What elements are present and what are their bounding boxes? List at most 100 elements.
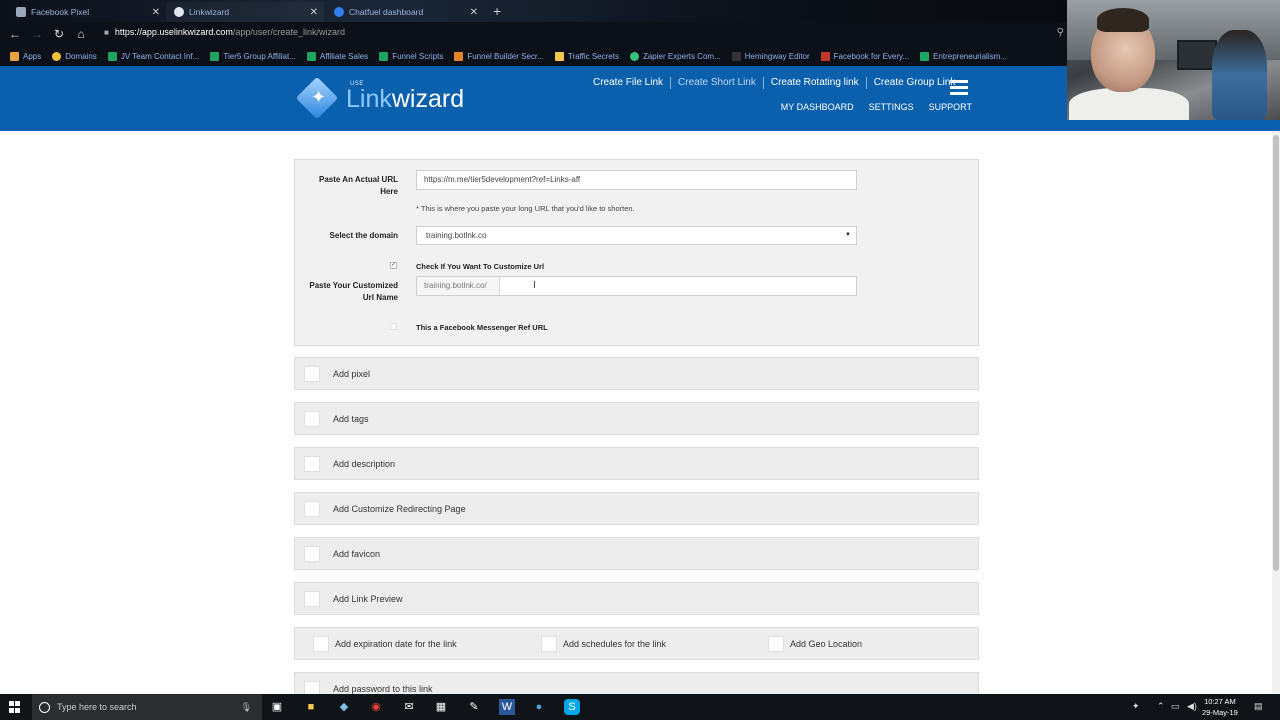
accordion-add-redirecting-page[interactable]: Add Customize Redirecting Page <box>294 492 979 525</box>
taskbar-search[interactable]: Type here to search 🎙 <box>32 694 262 720</box>
cortana-icon <box>39 701 50 713</box>
reload-icon[interactable]: ↻ <box>48 27 70 41</box>
bookmark-funnel-scripts[interactable]: Funnel Scripts <box>379 51 443 61</box>
accordion-add-pixel[interactable]: Add pixel <box>294 357 979 390</box>
sheets-icon <box>379 51 389 61</box>
custom-url-input[interactable] <box>501 277 856 295</box>
messenger-ref-checkbox[interactable] <box>390 323 397 330</box>
calculator-icon[interactable]: ▦ <box>433 699 449 715</box>
accordion-add-link-preview[interactable]: Add Link Preview <box>294 582 979 615</box>
browser-tab-active[interactable]: Linkwizard ✕ <box>166 2 324 22</box>
customize-url-checkbox[interactable]: ✓ <box>390 262 397 269</box>
accordion-label: Add tags <box>333 413 369 424</box>
task-view-icon[interactable]: ▣ <box>269 699 285 715</box>
sheets-icon <box>107 51 117 61</box>
checkbox[interactable] <box>541 635 557 652</box>
windows-start-icon[interactable] <box>9 701 21 713</box>
nav-create-file-link[interactable]: Create File Link <box>586 77 670 89</box>
new-tab-icon[interactable]: + <box>493 3 501 19</box>
nav-my-dashboard[interactable]: MY DASHBOARD <box>781 102 854 112</box>
linkwizard-icon <box>174 7 184 17</box>
microphone-icon[interactable]: 🎙 <box>241 702 252 713</box>
page-scrollbar[interactable] <box>1272 131 1280 694</box>
checkbox[interactable] <box>304 455 320 472</box>
checkbox[interactable] <box>768 635 784 652</box>
notification-icon[interactable]: ▤ <box>1254 701 1263 712</box>
custom-url-field: training.botlnk.co/ I <box>416 276 857 296</box>
bookmark-label: Apps <box>23 51 42 61</box>
browser-tab[interactable]: Chatfuel dashboard ✕ <box>326 2 484 22</box>
bookmark-affiliate-sales[interactable]: Affiliate Sales <box>306 51 368 61</box>
people-icon[interactable]: ✦ <box>1132 701 1140 712</box>
bookmark-domains[interactable]: Domains <box>52 51 97 61</box>
mail-icon[interactable]: ✉ <box>401 699 417 715</box>
chrome-icon[interactable]: ◉ <box>368 699 384 715</box>
taskbar-clock[interactable]: 10:27 AM 29-May-19 <box>1202 696 1238 718</box>
checkbox[interactable] <box>304 590 320 607</box>
browser-tab[interactable]: Facebook Pixel ✕ <box>8 2 166 22</box>
app-icon[interactable]: ◆ <box>336 699 352 715</box>
sheets-icon <box>210 51 220 61</box>
nav-support[interactable]: SUPPORT <box>929 102 972 112</box>
bookmark-tier5[interactable]: Tier5 Group Affiliat... <box>210 51 296 61</box>
url-field[interactable]: ■ https://app.uselinkwizard.com/app/user… <box>104 27 345 37</box>
network-icon[interactable]: ▭ <box>1171 701 1180 712</box>
bookmark-label: JV Team Contact Inf... <box>120 51 200 61</box>
linkwizard-logo[interactable]: ✦ USE Linkwizard <box>295 76 464 120</box>
checkbox[interactable] <box>304 545 320 562</box>
checkbox[interactable] <box>304 410 320 427</box>
url-hint: * This is where you paste your long URL … <box>416 204 635 213</box>
bookmark-funnel-builder[interactable]: Funnel Builder Secr... <box>454 51 544 61</box>
accordion-add-tags[interactable]: Add tags <box>294 402 979 435</box>
scrollbar-thumb[interactable] <box>1273 135 1279 571</box>
tab-title: Facebook Pixel <box>31 7 90 17</box>
accordion-add-favicon[interactable]: Add favicon <box>294 537 979 570</box>
customize-url-label: Check If You Want To Customize Url <box>416 262 545 271</box>
skype-icon[interactable]: S <box>564 699 580 715</box>
chevron-up-icon[interactable]: ⌃ <box>1157 701 1165 712</box>
option-geo-location[interactable]: Add Geo Location <box>759 627 969 660</box>
checkbox[interactable] <box>304 680 320 694</box>
bookmark-jv-team[interactable]: JV Team Contact Inf... <box>107 51 200 61</box>
domain-select[interactable]: training.botlnk.co ▼ <box>416 226 857 245</box>
close-icon[interactable]: ✕ <box>470 7 478 18</box>
word-icon[interactable]: W <box>499 699 515 715</box>
menu-icon[interactable] <box>950 80 968 98</box>
pin-icon <box>52 51 62 61</box>
zoom-app-icon[interactable]: ● <box>531 699 547 715</box>
close-icon[interactable]: ✕ <box>310 7 318 18</box>
file-explorer-icon[interactable]: ■ <box>303 699 319 715</box>
bookmark-facebook[interactable]: Facebook for Every... <box>820 51 910 61</box>
accordion-add-description[interactable]: Add description <box>294 447 979 480</box>
nav-create-short-link[interactable]: Create Short Link <box>670 77 763 89</box>
option-expiration[interactable]: Add expiration date for the link <box>304 627 514 660</box>
option-password[interactable]: Add password to this link <box>294 672 979 694</box>
checkbox[interactable] <box>304 500 320 517</box>
custom-url-label: Paste Your Customized Url Name <box>309 281 398 302</box>
search-icon[interactable]: ⚲ <box>1057 27 1064 38</box>
bookmark-traffic-secrets[interactable]: Traffic Secrets <box>554 51 619 61</box>
bookmark-zapier[interactable]: Zapier Experts Com... <box>629 51 721 61</box>
options-row: Add expiration date for the link Add sch… <box>294 627 979 660</box>
nav-create-rotating-link[interactable]: Create Rotating link <box>762 77 866 89</box>
url-label: Paste An Actual URL Here <box>319 175 398 196</box>
bookmark-entrepreneurialism[interactable]: Entrepreneurialism... <box>920 51 1007 61</box>
bookmark-label: Hemingway Editor <box>744 51 810 61</box>
nav-settings[interactable]: SETTINGS <box>869 102 914 112</box>
bookmark-hemingway[interactable]: Hemingway Editor <box>731 51 810 61</box>
nav-create-group-link[interactable]: Create Group Link <box>865 77 963 89</box>
bookmark-label: Facebook for Every... <box>833 51 910 61</box>
checkbox[interactable] <box>304 365 320 382</box>
checkbox[interactable] <box>313 635 329 652</box>
forward-arrow-icon[interactable]: → <box>26 27 48 41</box>
option-schedules[interactable]: Add schedules for the link <box>532 627 742 660</box>
close-icon[interactable]: ✕ <box>152 7 160 18</box>
actual-url-input[interactable]: https://m.me/tier5development?ref=Links-… <box>416 170 857 190</box>
main-content: Paste An Actual URL Here https://m.me/ti… <box>0 131 1272 694</box>
volume-icon[interactable]: ◀) <box>1187 701 1197 712</box>
app-icon[interactable]: ✎ <box>466 699 482 715</box>
back-arrow-icon[interactable]: ← <box>4 27 26 41</box>
home-icon[interactable]: ⌂ <box>70 27 92 41</box>
accordion-label: Add pixel <box>333 368 371 379</box>
bookmark-apps[interactable]: Apps <box>10 51 42 61</box>
